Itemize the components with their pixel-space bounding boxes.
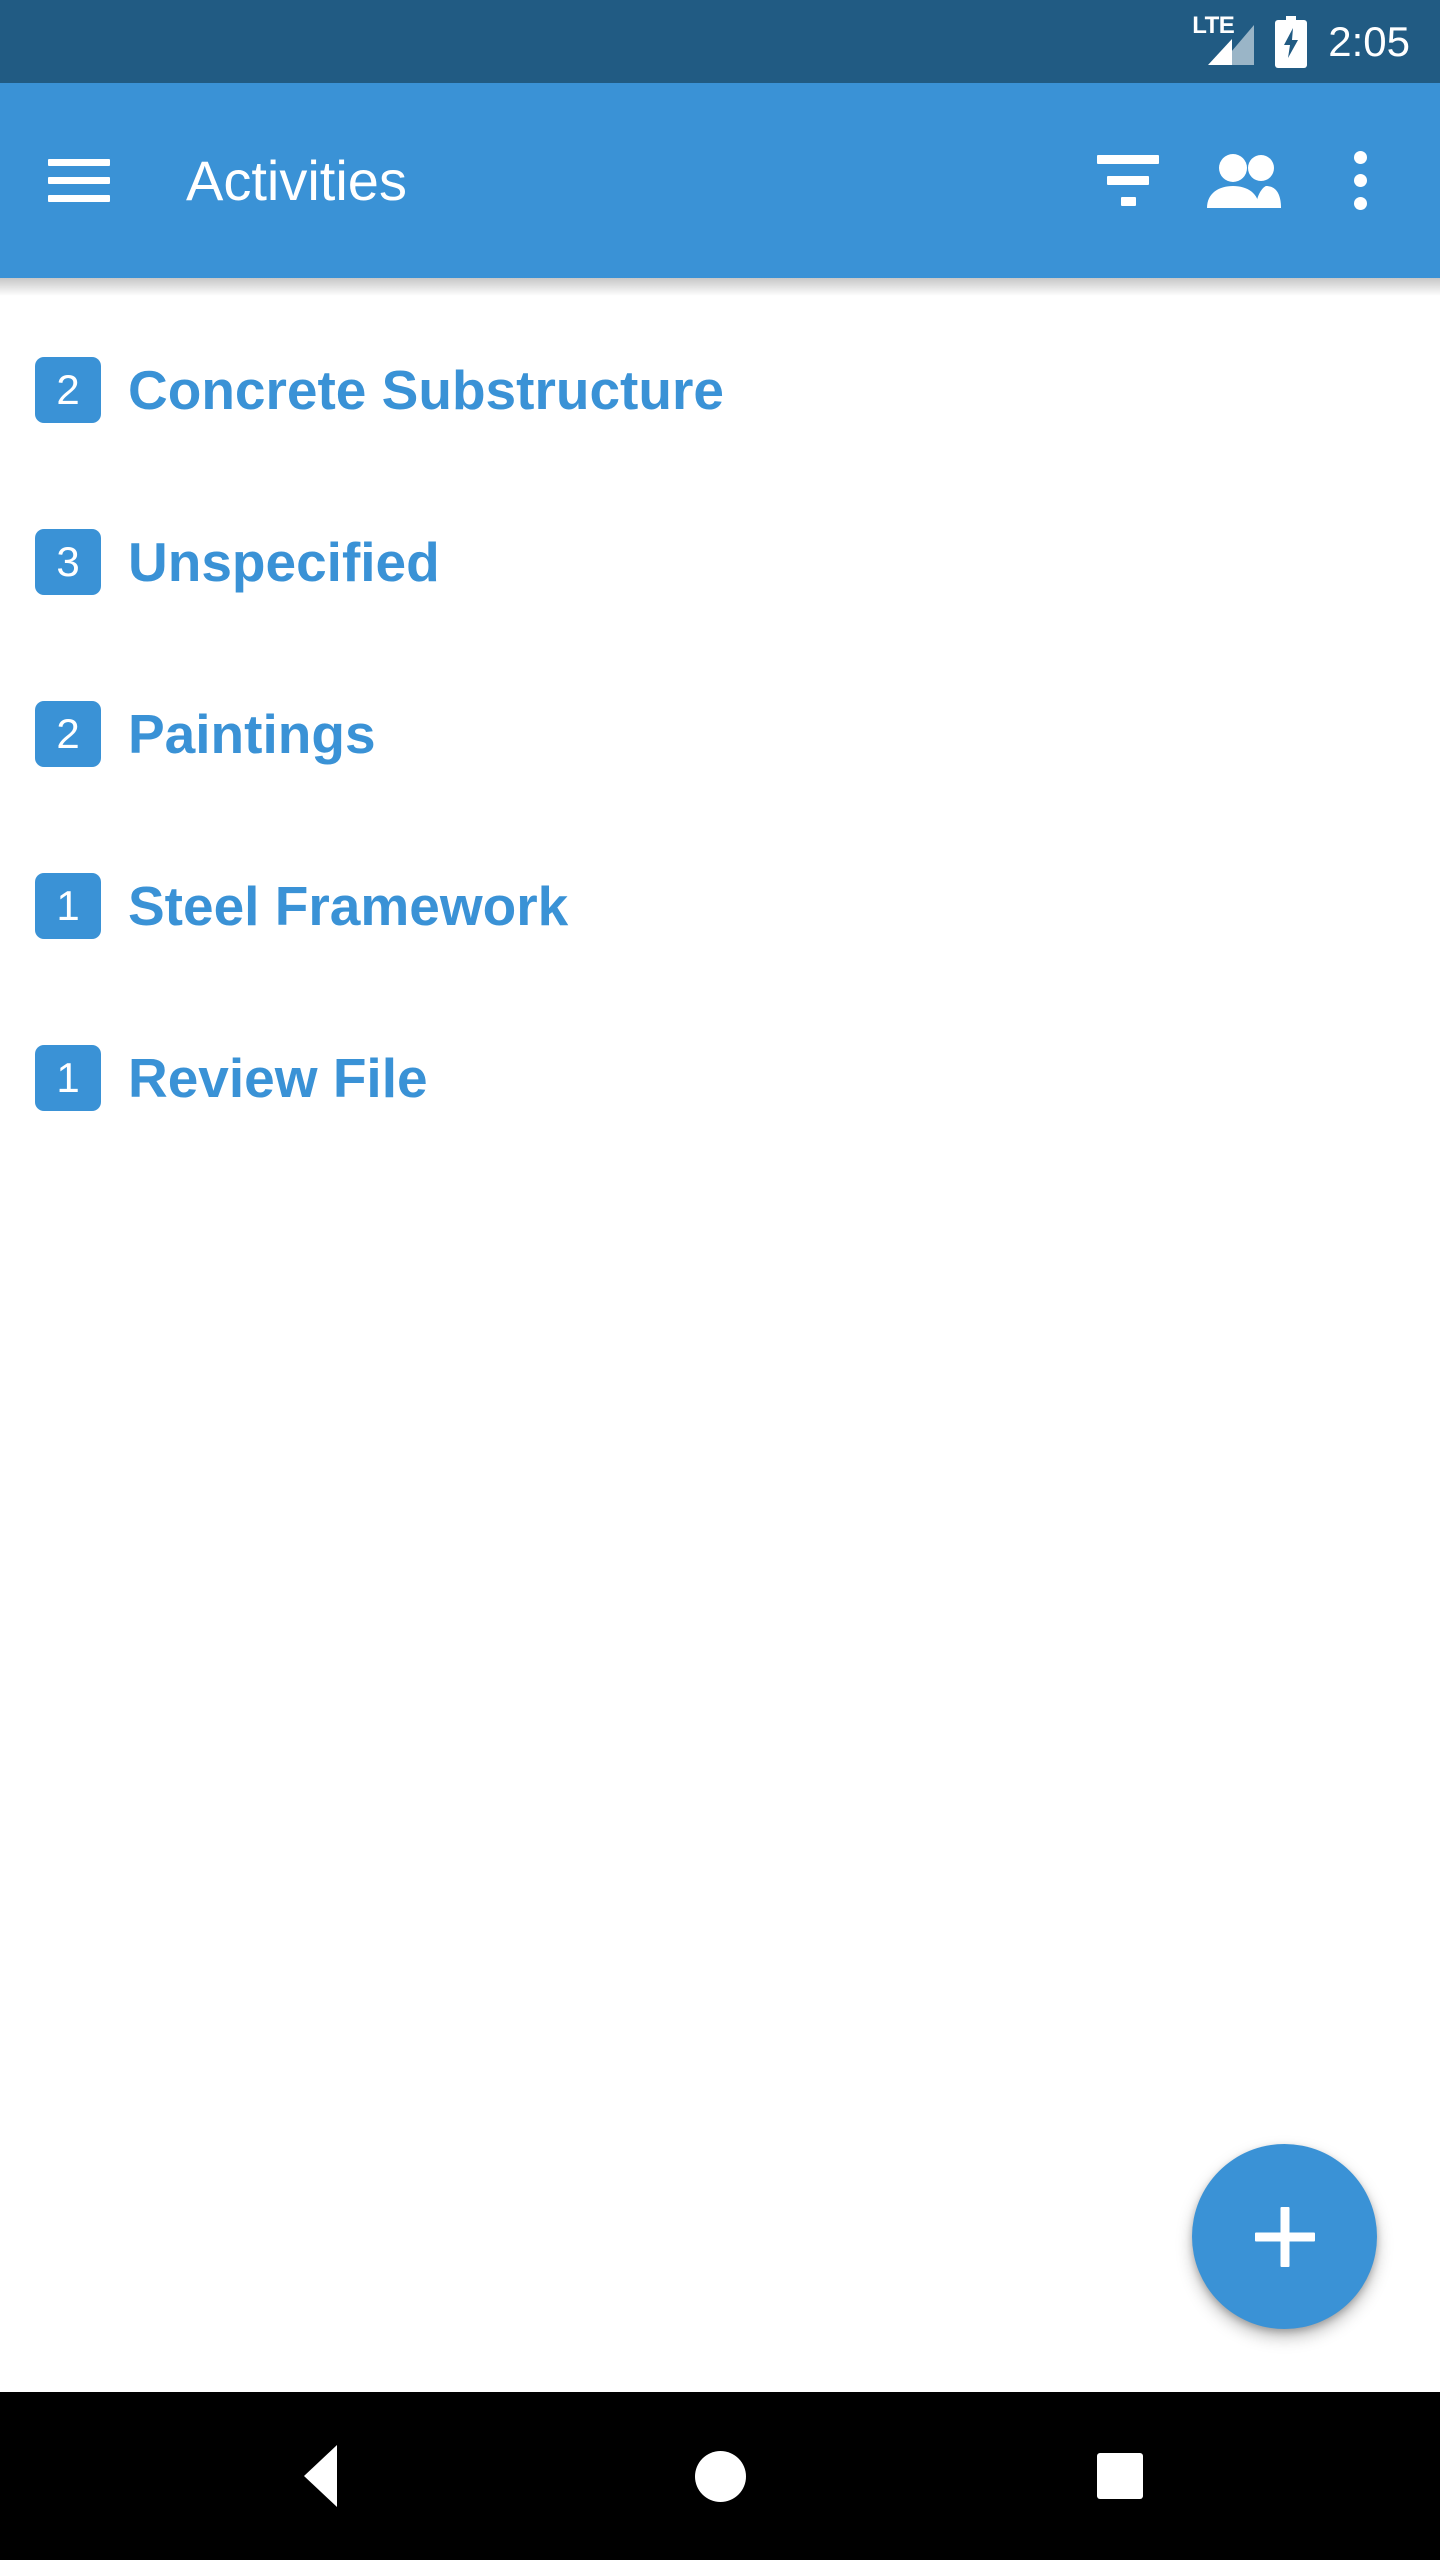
count-badge: 1: [35, 873, 101, 939]
count-badge: 3: [35, 529, 101, 595]
status-bar-indicators: LTE 2:05: [1192, 13, 1410, 68]
menu-line: [48, 195, 110, 202]
app-bar: Activities: [0, 83, 1440, 296]
count-badge: 1: [35, 1045, 101, 1111]
nav-back-button[interactable]: [245, 2416, 395, 2536]
status-bar-clock: 2:05: [1328, 17, 1410, 65]
nav-recents-button[interactable]: [1045, 2416, 1195, 2536]
dot: [1353, 197, 1367, 210]
list-item-label: Steel Framework: [128, 874, 569, 937]
list-item[interactable]: 3 Unspecified: [0, 476, 1440, 648]
signal-cellular-icon: LTE: [1192, 13, 1255, 68]
list-item-label: Paintings: [128, 702, 376, 765]
more-options-button[interactable]: [1302, 123, 1418, 239]
filter-line: [1097, 155, 1159, 164]
back-triangle-icon: [303, 2445, 337, 2507]
add-activity-fab[interactable]: [1192, 2144, 1377, 2329]
list-item-label: Review File: [128, 1046, 428, 1109]
list-item-label: Concrete Substructure: [128, 358, 724, 421]
menu-line: [48, 159, 110, 166]
filter-line: [1120, 197, 1136, 206]
signal-bars-shape: [1208, 24, 1255, 65]
phone-screen: LTE 2:05 Activities 2 Concrete Substruct…: [0, 0, 1440, 2560]
count-badge: 2: [35, 357, 101, 423]
recents-square-icon: [1097, 2453, 1143, 2499]
home-circle-icon: [694, 2450, 746, 2502]
more-vert-icon: [1353, 151, 1367, 210]
app-bar-actions: [1070, 123, 1418, 239]
hamburger-menu-icon[interactable]: [48, 144, 122, 218]
page-title: Activities: [186, 148, 407, 212]
activities-content: 2 Concrete Substructure 3 Unspecified 2 …: [0, 278, 1440, 2392]
people-icon: [1207, 153, 1281, 208]
activities-list: 2 Concrete Substructure 3 Unspecified 2 …: [0, 304, 1440, 1164]
filter-line: [1107, 176, 1149, 185]
dot: [1353, 174, 1367, 187]
dot: [1353, 151, 1367, 164]
count-badge: 2: [35, 701, 101, 767]
battery-charging-icon: [1274, 15, 1308, 68]
filter-button[interactable]: [1070, 123, 1186, 239]
list-item[interactable]: 2 Paintings: [0, 648, 1440, 820]
filter-icon: [1097, 155, 1159, 206]
list-item[interactable]: 1 Steel Framework: [0, 820, 1440, 992]
menu-line: [48, 177, 110, 184]
list-item[interactable]: 2 Concrete Substructure: [0, 304, 1440, 476]
people-button[interactable]: [1186, 123, 1302, 239]
status-bar: LTE 2:05: [0, 0, 1440, 83]
list-item[interactable]: 1 Review File: [0, 992, 1440, 1164]
list-item-label: Unspecified: [128, 530, 440, 593]
nav-home-button[interactable]: [645, 2416, 795, 2536]
system-navigation-bar: [0, 2392, 1440, 2560]
plus-icon: [1255, 2207, 1315, 2267]
